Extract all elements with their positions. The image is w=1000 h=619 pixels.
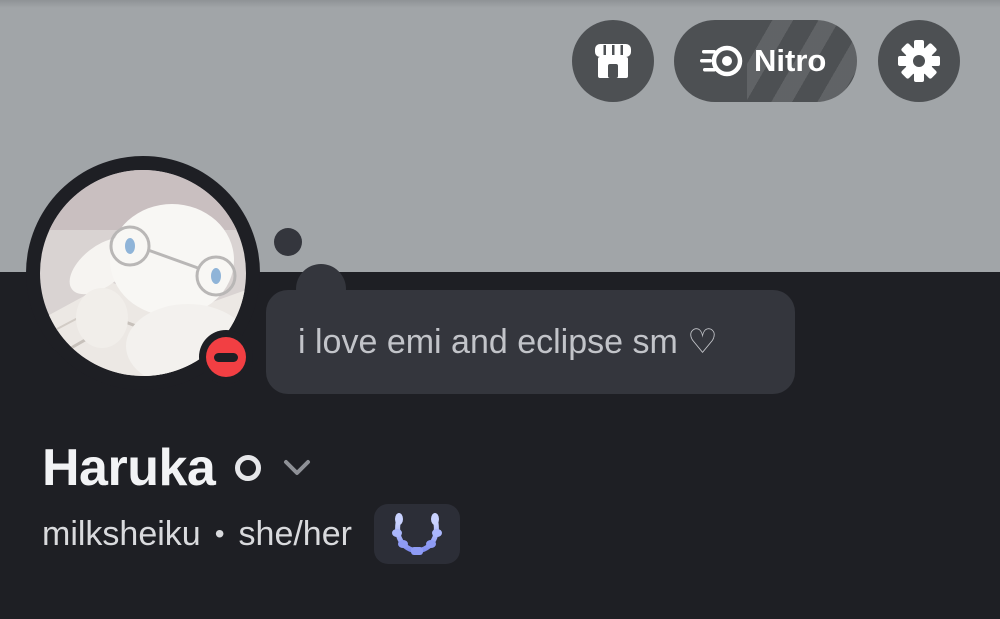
nitro-label: Nitro [754, 43, 827, 78]
display-name: Haruka [42, 439, 216, 497]
dnd-icon [206, 337, 246, 377]
display-name-row: Haruka [42, 438, 311, 498]
separator-dot: • [214, 518, 225, 549]
gear-icon [898, 40, 940, 82]
username: milksheiku [42, 514, 201, 553]
custom-status-text: i love emi and eclipse sm ♡ [298, 323, 718, 361]
shop-icon [595, 44, 631, 78]
custom-status-bubble[interactable]: i love emi and eclipse sm ♡ [266, 290, 795, 394]
profile-badge[interactable] [373, 504, 460, 564]
dnd-bar [214, 352, 238, 362]
banner-top-edge [0, 0, 1000, 8]
settings-button[interactable] [878, 20, 960, 102]
user-info-row: milksheiku • she/her [42, 503, 460, 565]
thought-dot-small [274, 228, 302, 256]
laurel-badge-icon [391, 513, 442, 555]
nitro-button[interactable]: Nitro [674, 20, 857, 102]
chevron-down-icon[interactable] [283, 459, 311, 477]
status-ring-icon [235, 455, 262, 481]
nitro-icon [700, 45, 743, 77]
status-dnd-indicator [199, 330, 253, 384]
pronouns: she/her [238, 514, 352, 553]
shop-button[interactable] [572, 20, 654, 102]
